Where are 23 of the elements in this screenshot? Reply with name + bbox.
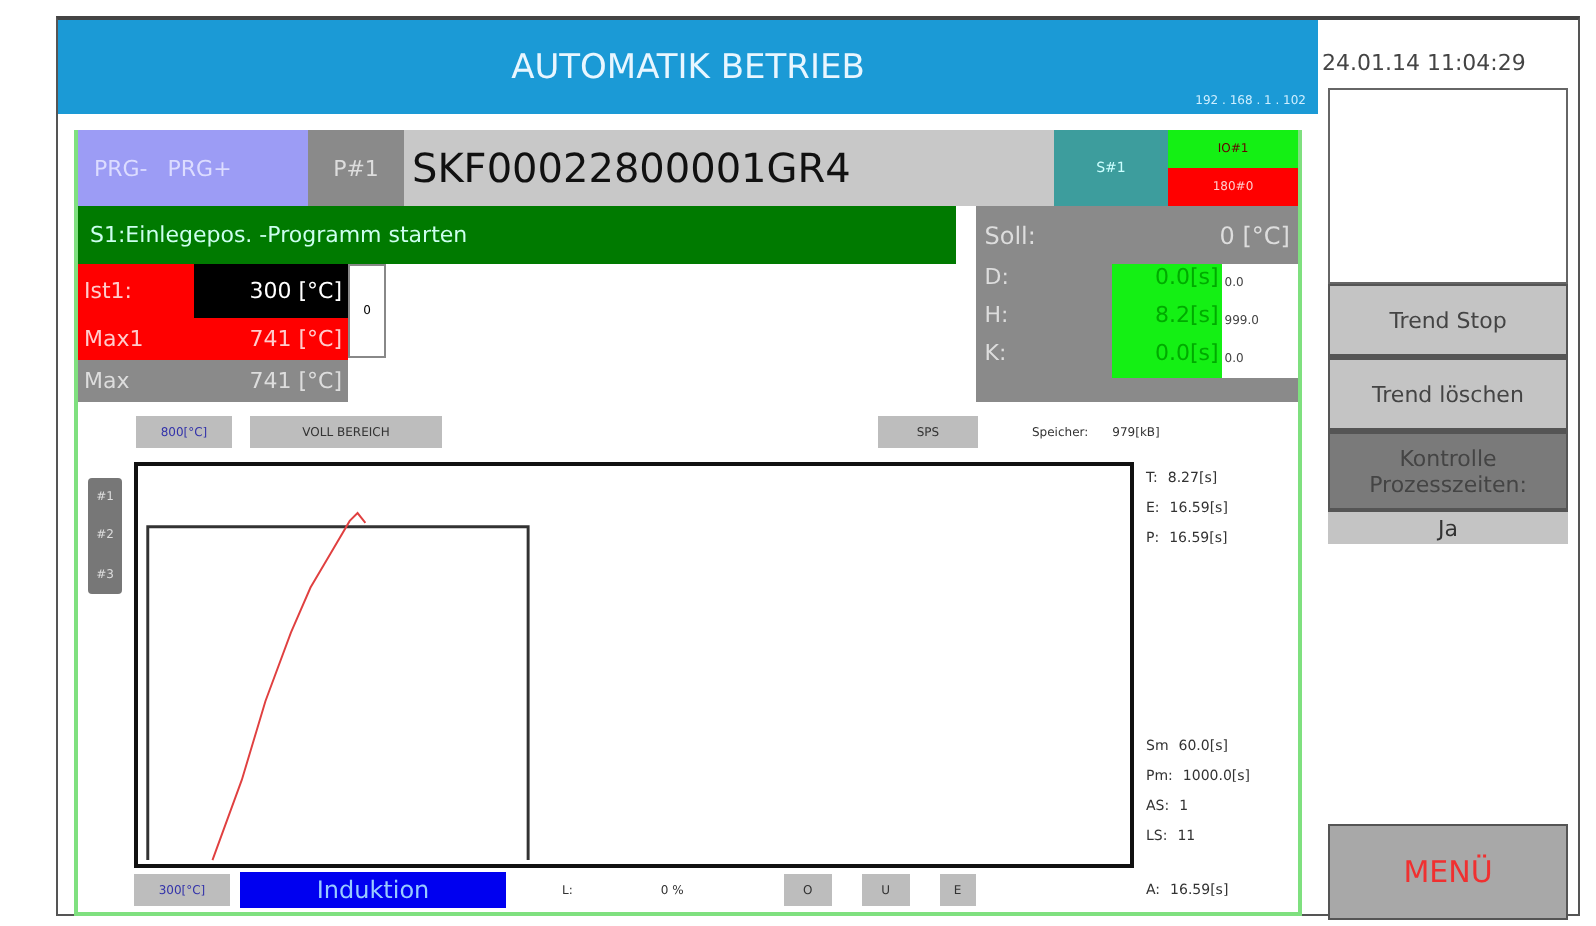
setpoint-value: 0 [°C]: [1219, 221, 1290, 249]
time-label: K:: [982, 340, 1009, 370]
temperature-value: 741 [°C]: [194, 360, 348, 402]
status-message: S1:Einlegepos. -Programm starten: [78, 206, 957, 264]
time-label: H:: [982, 302, 1011, 332]
trend-button[interactable]: Trend löschen: [1328, 358, 1568, 432]
temperature-value: 741 [°C]: [194, 318, 348, 360]
temperature-label: Ist1:: [78, 264, 194, 318]
window-title: AUTOMATIK BETRIEB: [511, 47, 865, 87]
time-value: 8.2[s]: [1112, 302, 1223, 340]
time-value: 0.0[s]: [1112, 340, 1223, 378]
temperature-label: Max: [78, 360, 194, 402]
toggle-value: Ja: [1328, 512, 1568, 544]
program-label: P#1: [308, 130, 404, 206]
setpoint-label: Soll:: [984, 221, 1036, 249]
time-label: D:: [982, 264, 1011, 294]
program-name: SKF00022800001GR4: [404, 130, 1054, 206]
mode-label: Induktion: [240, 872, 506, 908]
temperature-label: Max1: [78, 318, 194, 360]
date-time: 24.01.14 11:04:29: [1322, 47, 1528, 79]
trend-button[interactable]: Trend Stop: [1328, 284, 1568, 358]
temperature-value: 300 [°C]: [194, 264, 348, 318]
time-value: 0.0[s]: [1112, 264, 1223, 302]
